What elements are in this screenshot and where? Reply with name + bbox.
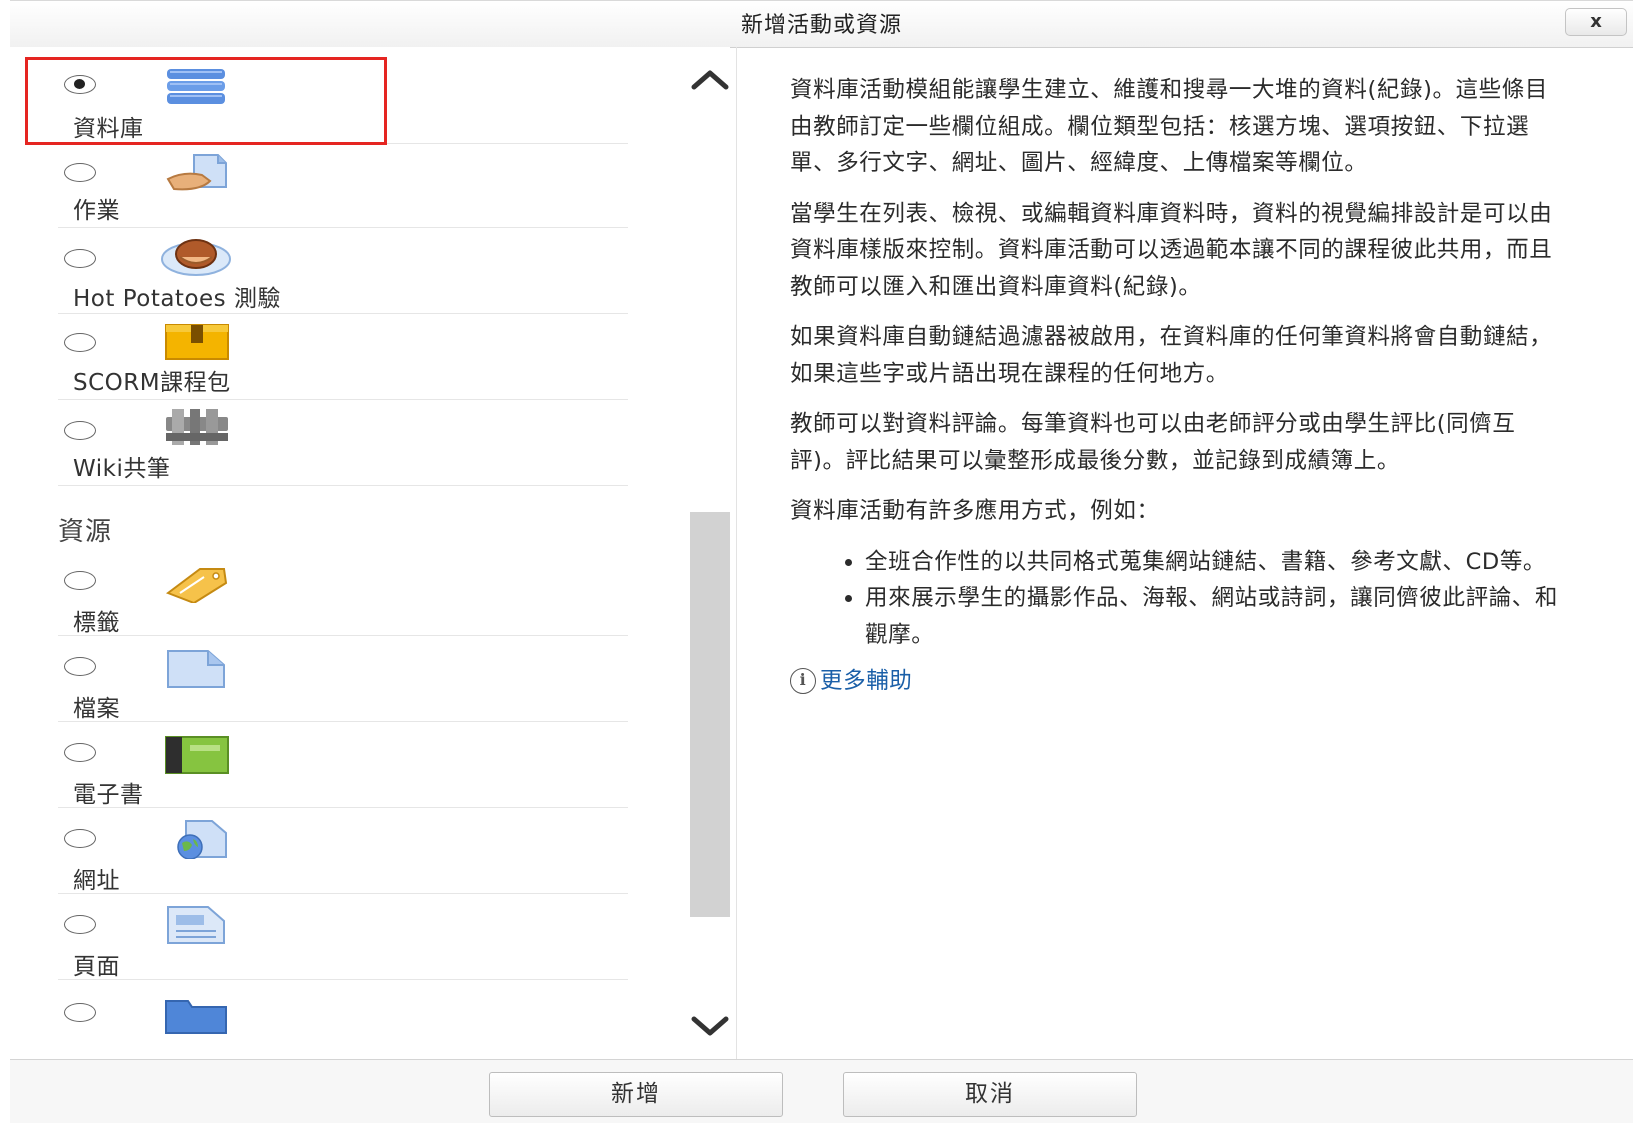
help-paragraph: 資料庫活動有許多應用方式，例如：: [790, 498, 1160, 524]
option-label: 作業: [73, 198, 120, 224]
pane-divider: [736, 47, 737, 1059]
option-label: 檔案: [73, 696, 120, 722]
list-item: 用來展示學生的攝影作品、海報、網站或詩詞，讓同儕彼此評論、和觀摩。: [865, 580, 1560, 653]
selection-highlight: [25, 57, 387, 145]
help-paragraph: 如果資料庫自動鏈結過濾器被啟用，在資料庫的任何筆資料將會自動鏈結，如果這些字或片…: [790, 324, 1553, 387]
add-activity-dialog: 新增活動或資源 x 資料庫 作業 Hot Potatoes 測驗 SCORM課程…: [0, 0, 1633, 1123]
divider: [58, 485, 628, 486]
divider: [58, 635, 628, 636]
option-wiki[interactable]: Wiki共筆: [10, 405, 658, 494]
book-icon: [160, 735, 232, 774]
option-file[interactable]: 檔案: [10, 647, 658, 736]
more-help-link[interactable]: 更多輔助: [820, 663, 912, 700]
divider: [58, 807, 628, 808]
folder-icon: [160, 995, 232, 1034]
radio-label-resource[interactable]: [64, 571, 96, 590]
resources-heading: 資源: [58, 517, 113, 547]
divider: [58, 313, 628, 314]
divider: [58, 227, 628, 228]
divider: [58, 893, 628, 894]
scroll-up-icon[interactable]: [690, 65, 730, 95]
option-label: 標籤: [73, 610, 120, 636]
option-label-resource[interactable]: 標籤: [10, 563, 658, 652]
radio-wiki[interactable]: [64, 421, 96, 440]
radio-assignment[interactable]: [64, 163, 96, 182]
option-label: Hot Potatoes 測驗: [73, 286, 281, 312]
divider: [58, 399, 628, 400]
radio-hotpot[interactable]: [64, 249, 96, 268]
help-paragraph: 資料庫活動模組能讓學生建立、維護和搜尋一大堆的資料(紀錄)。這些條目由教師訂定一…: [790, 77, 1548, 176]
info-icon: i: [790, 668, 816, 695]
option-label: SCORM課程包: [73, 370, 231, 396]
close-icon: x: [1590, 11, 1602, 32]
help-paragraph: 當學生在列表、檢視、或編輯資料庫資料時，資料的視覺編排設計是可以由資料庫樣版來控…: [790, 200, 1553, 300]
radio-folder[interactable]: [64, 1003, 96, 1022]
url-icon: [160, 819, 232, 860]
dialog-header: 新增活動或資源 x: [10, 0, 1633, 48]
wiki-icon: [160, 407, 232, 445]
dialog-title: 新增活動或資源: [740, 13, 902, 38]
option-page[interactable]: 頁面: [10, 905, 658, 994]
scroll-down-icon[interactable]: [690, 1011, 730, 1041]
assignment-icon: [160, 153, 232, 191]
radio-scorm[interactable]: [64, 333, 96, 352]
help-examples-list: 全班合作性的以共同格式蒐集網站鏈結、書籍、參考文獻、CD等。 用來展示學生的攝影…: [790, 544, 1560, 654]
radio-file[interactable]: [64, 657, 96, 676]
label-tag-icon: [160, 563, 232, 605]
option-label: 電子書: [73, 782, 144, 808]
list-item: 全班合作性的以共同格式蒐集網站鏈結、書籍、參考文獻、CD等。: [865, 544, 1560, 581]
more-help-row: i 更多輔助: [790, 663, 1560, 700]
hotpot-icon: [160, 237, 232, 276]
radio-page[interactable]: [64, 915, 96, 934]
option-url[interactable]: 網址: [10, 819, 658, 908]
help-paragraph: 教師可以對資料評論。每筆資料也可以由老師評分或由學生評比(同儕互評)。評比結果可…: [790, 411, 1516, 474]
help-panel: 資料庫活動模組能讓學生建立、維護和搜尋一大堆的資料(紀錄)。這些條目由教師訂定一…: [790, 72, 1560, 700]
add-button[interactable]: 新增: [489, 1072, 783, 1117]
option-folder[interactable]: [10, 991, 658, 1059]
option-label: Wiki共筆: [73, 456, 171, 482]
divider: [58, 979, 628, 980]
file-icon: [160, 649, 232, 688]
radio-book[interactable]: [64, 743, 96, 762]
option-hotpot[interactable]: Hot Potatoes 測驗: [10, 233, 658, 322]
option-book[interactable]: 電子書: [10, 735, 658, 824]
scrollbar-thumb[interactable]: [690, 512, 730, 917]
cancel-button[interactable]: 取消: [843, 1072, 1137, 1117]
divider: [58, 721, 628, 722]
scorm-package-icon: [160, 321, 232, 360]
option-assignment[interactable]: 作業: [10, 147, 658, 236]
close-button[interactable]: x: [1565, 8, 1627, 36]
option-label: 網址: [73, 868, 120, 894]
radio-url[interactable]: [64, 829, 96, 848]
page-icon: [160, 905, 232, 944]
module-chooser-list: 資料庫 作業 Hot Potatoes 測驗 SCORM課程包 Wiki共筆 資…: [0, 47, 730, 1059]
dialog-footer: 新增 取消: [10, 1059, 1633, 1123]
option-label: 頁面: [73, 954, 120, 980]
option-scorm[interactable]: SCORM課程包: [10, 319, 658, 408]
